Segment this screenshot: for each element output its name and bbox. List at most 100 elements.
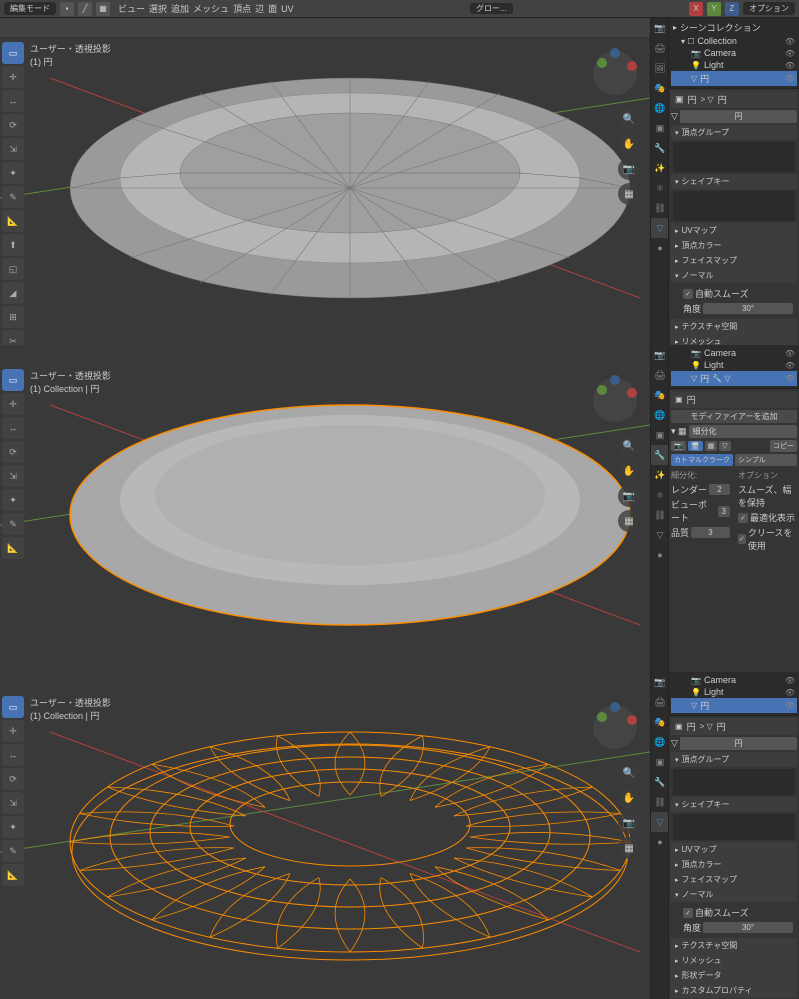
add-modifier-button[interactable]: モディファイアーを追加 bbox=[671, 410, 797, 423]
tab-physics[interactable]: ⚛ bbox=[651, 178, 669, 198]
tab-scene[interactable]: 🎭 bbox=[651, 712, 669, 732]
ortho-icon[interactable]: ▦ bbox=[618, 183, 640, 205]
tab-output[interactable]: 🖨 bbox=[651, 365, 669, 385]
rotate-tool[interactable]: ⟳ bbox=[2, 441, 24, 463]
cursor-tool[interactable]: ✛ bbox=[2, 720, 24, 742]
vertex-mode-icon[interactable]: ▪ bbox=[60, 2, 74, 16]
tab-particle[interactable]: ✨ bbox=[651, 465, 669, 485]
zoom-icon[interactable]: 🔍 bbox=[618, 762, 640, 784]
tab-modifier[interactable]: 🔧 bbox=[651, 445, 669, 465]
angle-input[interactable]: 30° bbox=[703, 303, 793, 314]
panel-geomdata[interactable]: 形状データ bbox=[671, 968, 797, 983]
tab-material[interactable]: ● bbox=[651, 238, 669, 258]
tab-object[interactable]: ▣ bbox=[651, 752, 669, 772]
transform-orient[interactable]: グロー... bbox=[470, 3, 513, 14]
inset-tool[interactable]: ◱ bbox=[2, 258, 24, 280]
pan-icon[interactable]: ✋ bbox=[618, 133, 640, 155]
measure-tool[interactable]: 📐 bbox=[2, 864, 24, 886]
menu-uv[interactable]: UV bbox=[281, 4, 294, 14]
simple-button[interactable]: シンプル bbox=[735, 454, 797, 466]
nav-gizmo[interactable] bbox=[590, 48, 640, 98]
menu-vertex[interactable]: 頂点 bbox=[233, 2, 251, 15]
scale-tool[interactable]: ⇲ bbox=[2, 138, 24, 160]
annotate-tool[interactable]: ✎ bbox=[2, 840, 24, 862]
tab-scene[interactable]: 🎭 bbox=[651, 385, 669, 405]
mode-select[interactable]: 編集モード bbox=[4, 2, 56, 15]
pan-icon[interactable]: ✋ bbox=[618, 460, 640, 482]
tab-scene[interactable]: 🎭 bbox=[651, 78, 669, 98]
mesh-name-input[interactable]: 円 bbox=[680, 110, 797, 123]
visibility-icon[interactable]: 👁 bbox=[785, 37, 795, 46]
nav-gizmo[interactable] bbox=[590, 702, 640, 752]
tab-render[interactable]: 📷 bbox=[651, 345, 669, 365]
autosmooth-check[interactable]: ✓ bbox=[683, 289, 693, 299]
outliner-light[interactable]: 💡 Light👁 bbox=[671, 686, 797, 698]
tab-constraint[interactable]: ⛓ bbox=[651, 792, 669, 812]
viewport-1[interactable]: ▭ ✛ ↔ ⟳ ⇲ ✦ ✎ 📐 ⬆ ◱ ◢ ⊞ ✂ ▱ ユーザー・透視投影(1)… bbox=[0, 18, 650, 345]
tab-output[interactable]: 🖨 bbox=[651, 692, 669, 712]
outliner-collection[interactable]: ▾ ☐ Collection👁 bbox=[671, 35, 797, 47]
mesh-name-input[interactable]: 円 bbox=[680, 737, 797, 750]
tab-material[interactable]: ● bbox=[651, 545, 669, 565]
panel-shape-keys[interactable]: シェイプキー bbox=[671, 174, 797, 189]
viewport-level[interactable]: 3 bbox=[718, 506, 730, 517]
tab-view[interactable]: 🖼 bbox=[651, 58, 669, 78]
zoom-icon[interactable]: 🔍 bbox=[618, 108, 640, 130]
ortho-icon[interactable]: ▦ bbox=[618, 837, 640, 859]
panel-uvmap[interactable]: UVマップ bbox=[671, 842, 797, 857]
autosmooth-check[interactable]: ✓ bbox=[683, 908, 693, 918]
panel-normal[interactable]: ノーマル bbox=[671, 268, 797, 283]
panel-customprops[interactable]: カスタムプロパティ bbox=[671, 983, 797, 998]
outliner-light[interactable]: 💡 Light👁 bbox=[671, 59, 797, 71]
tab-world[interactable]: 🌐 bbox=[651, 732, 669, 752]
camera-icon[interactable]: 📷 bbox=[618, 485, 640, 507]
cursor-tool[interactable]: ✛ bbox=[2, 393, 24, 415]
tab-mesh[interactable]: ▽ bbox=[651, 525, 669, 545]
eye-icon[interactable]: 👁 bbox=[785, 61, 795, 70]
panel-remesh[interactable]: リメッシュ bbox=[671, 334, 797, 345]
tab-render[interactable]: 📷 bbox=[651, 672, 669, 692]
tab-output[interactable]: 🖨 bbox=[651, 38, 669, 58]
camera-icon[interactable]: 📷 bbox=[618, 812, 640, 834]
outliner-circle[interactable]: ▽ 円👁 bbox=[671, 698, 797, 713]
camera-icon[interactable]: 📷 bbox=[618, 158, 640, 180]
rotate-tool[interactable]: ⟳ bbox=[2, 114, 24, 136]
menu-view[interactable]: ビュー bbox=[118, 2, 145, 15]
measure-tool[interactable]: 📐 bbox=[2, 537, 24, 559]
panel-remesh[interactable]: リメッシュ bbox=[671, 953, 797, 968]
panel-shape-keys[interactable]: シェイプキー bbox=[671, 797, 797, 812]
mod-display-render[interactable]: 📷 bbox=[671, 441, 686, 451]
zoom-icon[interactable]: 🔍 bbox=[618, 435, 640, 457]
axis-z-icon[interactable]: Z bbox=[725, 2, 739, 16]
tab-constraint[interactable]: ⛓ bbox=[651, 198, 669, 218]
knife-tool[interactable]: ✂ bbox=[2, 330, 24, 345]
opt-display-check[interactable]: ✓ bbox=[738, 513, 748, 523]
tab-material[interactable]: ● bbox=[651, 832, 669, 852]
select-tool[interactable]: ▭ bbox=[2, 369, 24, 391]
quality-level[interactable]: 3 bbox=[691, 527, 730, 538]
transform-tool[interactable]: ✦ bbox=[2, 489, 24, 511]
tab-mesh[interactable]: ▽ bbox=[651, 812, 669, 832]
mod-display-edit[interactable]: ▦ bbox=[705, 441, 718, 451]
menu-edge[interactable]: 辺 bbox=[255, 2, 264, 15]
angle-input[interactable]: 30° bbox=[703, 922, 793, 933]
outliner-camera[interactable]: 📷 Camera👁 bbox=[671, 674, 797, 686]
loopcut-tool[interactable]: ⊞ bbox=[2, 306, 24, 328]
outliner-circle[interactable]: ▽ 円👁 bbox=[671, 71, 797, 86]
tab-modifier[interactable]: 🔧 bbox=[651, 138, 669, 158]
cursor-tool[interactable]: ✛ bbox=[2, 66, 24, 88]
viewport-3[interactable]: ▭ ✛ ↔ ⟳ ⇲ ✦ ✎ 📐 ユーザー・透視投影(1) Collection … bbox=[0, 672, 650, 999]
extrude-tool[interactable]: ⬆ bbox=[2, 234, 24, 256]
select-tool[interactable]: ▭ bbox=[2, 42, 24, 64]
panel-vcolor[interactable]: 頂点カラー bbox=[671, 238, 797, 253]
panel-facemap[interactable]: フェイスマップ bbox=[671, 872, 797, 887]
tab-modifier[interactable]: 🔧 bbox=[651, 772, 669, 792]
tab-world[interactable]: 🌐 bbox=[651, 98, 669, 118]
tab-physics[interactable]: ⚛ bbox=[651, 485, 669, 505]
annotate-tool[interactable]: ✎ bbox=[2, 186, 24, 208]
panel-texspace[interactable]: テクスチャ空間 bbox=[671, 319, 797, 334]
tab-constraint[interactable]: ⛓ bbox=[651, 505, 669, 525]
bevel-tool[interactable]: ◢ bbox=[2, 282, 24, 304]
tab-world[interactable]: 🌐 bbox=[651, 405, 669, 425]
copy-button[interactable]: コピー bbox=[770, 440, 797, 452]
